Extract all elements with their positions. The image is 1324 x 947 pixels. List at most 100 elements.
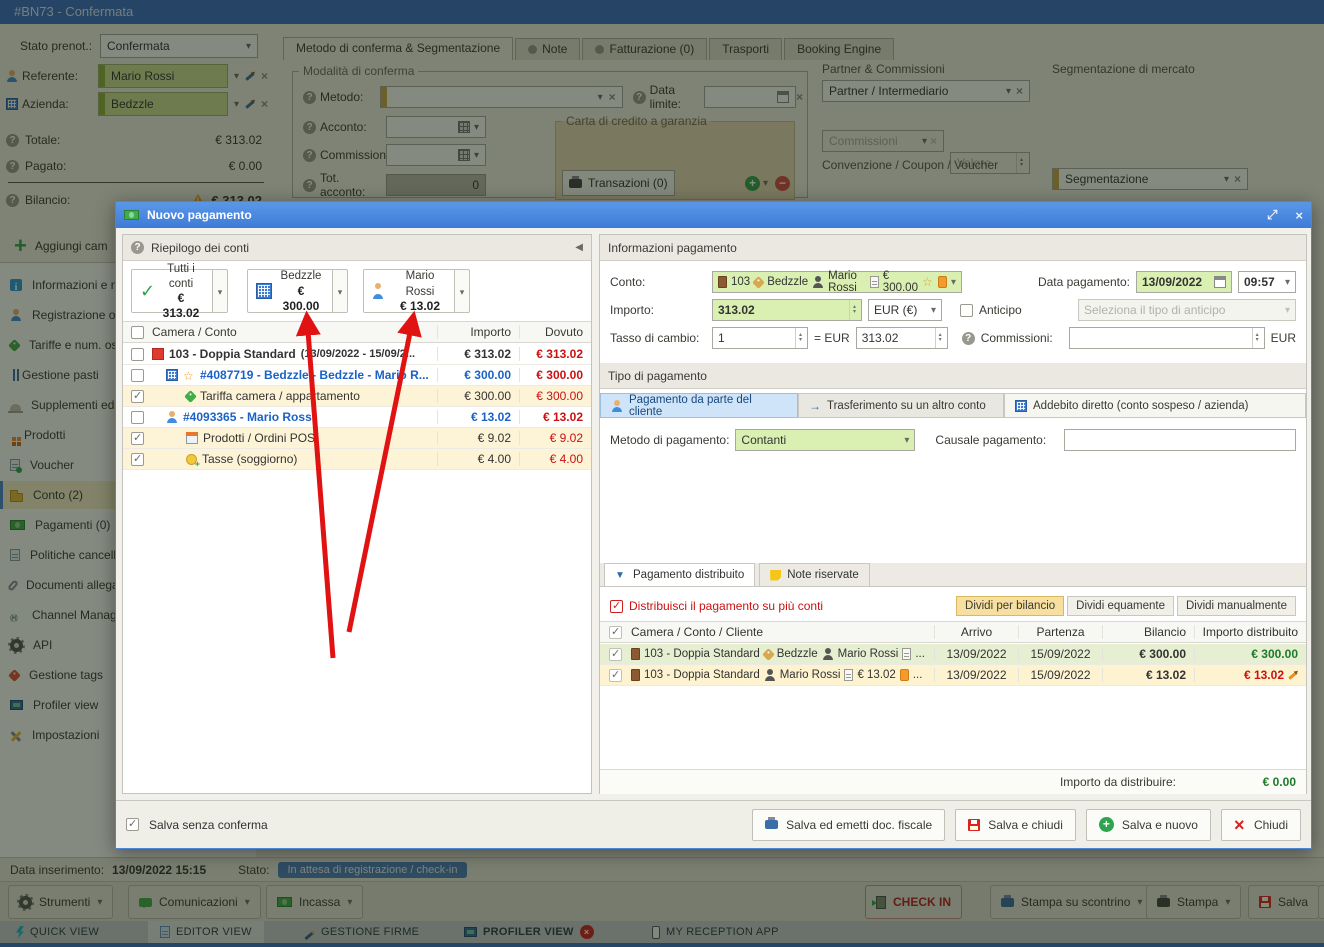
pagamento-panel: Informazioni pagamento Conto: 103 Bedzzl… xyxy=(599,234,1307,794)
conto-select[interactable]: 103 Bedzzle Mario Rossi € 300.00 xyxy=(712,270,962,294)
causale-input[interactable] xyxy=(1064,429,1296,451)
store-icon xyxy=(186,432,198,444)
metodo-pagamento-select[interactable]: Contanti xyxy=(735,429,916,451)
conto-label: Conto: xyxy=(610,275,646,289)
dividi-bilancio-button[interactable]: Dividi per bilancio xyxy=(956,596,1065,616)
spinner-icon[interactable]: ▴ ▾ xyxy=(848,300,856,320)
tipo-pagamento-header: Tipo di pagamento xyxy=(600,363,1306,389)
row-checkbox[interactable] xyxy=(131,347,144,361)
distribuzione-row-azienda[interactable]: 103 - Doppia Standard Bedzzle Mario Ross… xyxy=(600,644,1306,665)
conto-row-prodotti[interactable]: Prodotti / Ordini POS € 9.02 € 9.02 xyxy=(123,428,591,449)
row-checkbox[interactable] xyxy=(609,647,622,661)
chiudi-button[interactable]: Chiudi xyxy=(1220,808,1301,841)
importo-label: Importo: xyxy=(610,303,655,317)
controvalore-field[interactable]: 313.02 ▴ ▾ xyxy=(855,327,948,349)
conto-row-tasse[interactable]: Tasse (soggiorno) € 4.00 € 4.00 xyxy=(123,449,591,470)
avatar-icon xyxy=(372,283,388,299)
tab-pagamento-distribuito[interactable]: Pagamento distribuito xyxy=(604,563,756,586)
informazioni-pagamento-header: Informazioni pagamento xyxy=(600,235,1306,261)
building-icon xyxy=(166,369,178,381)
tab-note-riservate[interactable]: Note riservate xyxy=(759,563,870,586)
coins-icon xyxy=(186,453,200,466)
valuta-select[interactable]: EUR (€) xyxy=(868,299,942,321)
spinner-icon[interactable]: ▴ ▾ xyxy=(1251,328,1259,348)
receipt-icon xyxy=(844,669,854,681)
spinner-icon[interactable]: ▴ ▾ xyxy=(934,328,942,348)
conti-table-header: Camera / Conto Importo Dovuto xyxy=(123,321,591,343)
chevron-down-icon[interactable] xyxy=(1285,277,1290,288)
tab-addebito-diretto[interactable]: Addebito diretto (conto sospeso / aziend… xyxy=(1004,393,1306,418)
chevron-down-icon[interactable] xyxy=(931,305,936,316)
distribuzione-table-header: Camera / Conto / Cliente Arrivo Partenza… xyxy=(600,621,1306,643)
dividi-manualmente-button[interactable]: Dividi manualmente xyxy=(1177,596,1296,616)
salva-emetti-fiscale-button[interactable]: Salva ed emetti doc. fiscale xyxy=(752,808,946,841)
tag-icon xyxy=(761,648,775,660)
star-icon xyxy=(922,276,934,288)
select-all-checkbox[interactable] xyxy=(131,325,144,339)
commissioni-pag-field[interactable]: ▴ ▾ xyxy=(1068,327,1265,349)
anticipo-checkbox[interactable] xyxy=(960,303,973,317)
dividi-equamente-button[interactable]: Dividi equamente xyxy=(1067,596,1174,616)
importo-field[interactable]: 313.02 ▴ ▾ xyxy=(712,299,862,321)
chevron-down-icon[interactable] xyxy=(904,435,909,446)
distribute-icon xyxy=(615,569,627,581)
tab-trasferimento[interactable]: Trasferimento su un altro conto xyxy=(798,393,1004,418)
transfer-arrow-icon xyxy=(809,400,821,412)
spinner-icon[interactable]: ▴ ▾ xyxy=(794,328,802,348)
select-all-checkbox[interactable] xyxy=(609,625,622,639)
riepilogo-header: Riepilogo dei conti ◀ xyxy=(123,235,591,261)
building-icon xyxy=(256,283,272,299)
account-all-button[interactable]: Tutti i conti€ 313.02 xyxy=(131,263,213,320)
account-mario-rossi-button[interactable]: Mario Rossi € 13.02 xyxy=(363,269,455,313)
tag-icon xyxy=(184,389,197,403)
data-pagamento-label: Data pagamento: xyxy=(1037,275,1130,289)
row-checkbox[interactable] xyxy=(131,452,144,466)
chevron-down-icon[interactable] xyxy=(951,277,956,288)
account-bedzzle-dropdown[interactable] xyxy=(333,269,348,313)
data-pagamento-field[interactable]: 13/09/2022 xyxy=(1136,271,1232,293)
plus-circle-icon xyxy=(1098,817,1114,832)
maximize-icon[interactable]: ⤢ xyxy=(1267,207,1277,223)
conto-row-azienda[interactable]: #4087719 - Bedzzle - Bedzzle - Mario R..… xyxy=(123,365,591,386)
salva-senza-conferma-label: Salva senza conferma xyxy=(149,817,268,832)
salva-e-chiudi-button[interactable]: Salva e chiudi xyxy=(955,808,1076,841)
conto-row-camera[interactable]: 103 - Doppia Standard (13/09/2022 - 15/09… xyxy=(123,344,591,365)
conto-row-cliente[interactable]: #4093365 - Mario Rossi € 13.02 € 13.02 xyxy=(123,407,591,428)
collapse-icon[interactable]: ◀ xyxy=(575,242,583,253)
dialog-footer: Salva senza conferma Salva ed emetti doc… xyxy=(116,800,1311,848)
conto-row-tariffa[interactable]: Tariffa camera / appartamento € 300.00 €… xyxy=(123,386,591,407)
account-all-dropdown[interactable] xyxy=(213,269,228,313)
distribuisci-checkbox[interactable] xyxy=(610,599,623,613)
uguale-eur-label: = EUR xyxy=(814,331,850,345)
pending-icon xyxy=(899,669,909,681)
row-checkbox[interactable] xyxy=(609,668,622,682)
salva-e-nuovo-button[interactable]: Salva e nuovo xyxy=(1085,808,1211,841)
metodo-pagamento-label: Metodo di pagamento: xyxy=(610,433,730,447)
row-checkbox[interactable] xyxy=(131,368,144,382)
person-icon xyxy=(822,648,834,660)
calendar-icon[interactable] xyxy=(1214,276,1226,288)
dialog-titlebar[interactable]: Nuovo pagamento ⤢ × xyxy=(116,202,1311,228)
distribuisci-label: Distribuisci il pagamento su più conti xyxy=(629,599,824,613)
account-mario-rossi-dropdown[interactable] xyxy=(455,269,470,313)
account-bedzzle-button[interactable]: Bedzzle € 300.00 xyxy=(247,269,333,313)
avatar-icon xyxy=(611,399,623,412)
tab-pagamento-cliente[interactable]: Pagamento da parte del cliente xyxy=(600,393,798,418)
anticipo-label: Anticipo xyxy=(979,303,1022,317)
row-checkbox[interactable] xyxy=(131,410,144,424)
person-icon xyxy=(812,276,824,288)
ora-pagamento-select[interactable]: 09:57 xyxy=(1238,271,1296,293)
distribuzione-row-cliente[interactable]: 103 - Doppia Standard Mario Rossi € 13.0… xyxy=(600,665,1306,686)
distribuzione-footer: Importo da distribuire: € 0.00 xyxy=(600,769,1306,794)
tasso-field[interactable]: 1 ▴ ▾ xyxy=(712,327,808,349)
money-icon xyxy=(124,210,139,220)
edit-icon[interactable] xyxy=(1288,670,1298,680)
door-icon xyxy=(718,276,727,288)
causale-label: Causale pagamento: xyxy=(935,433,1047,447)
door-icon xyxy=(631,648,640,660)
tipo-anticipo-select: Seleziona il tipo di anticipo xyxy=(1078,299,1296,321)
row-checkbox[interactable] xyxy=(131,431,144,445)
salva-senza-conferma-checkbox[interactable] xyxy=(126,817,139,831)
row-checkbox[interactable] xyxy=(131,389,144,403)
close-icon[interactable]: × xyxy=(1295,208,1303,223)
